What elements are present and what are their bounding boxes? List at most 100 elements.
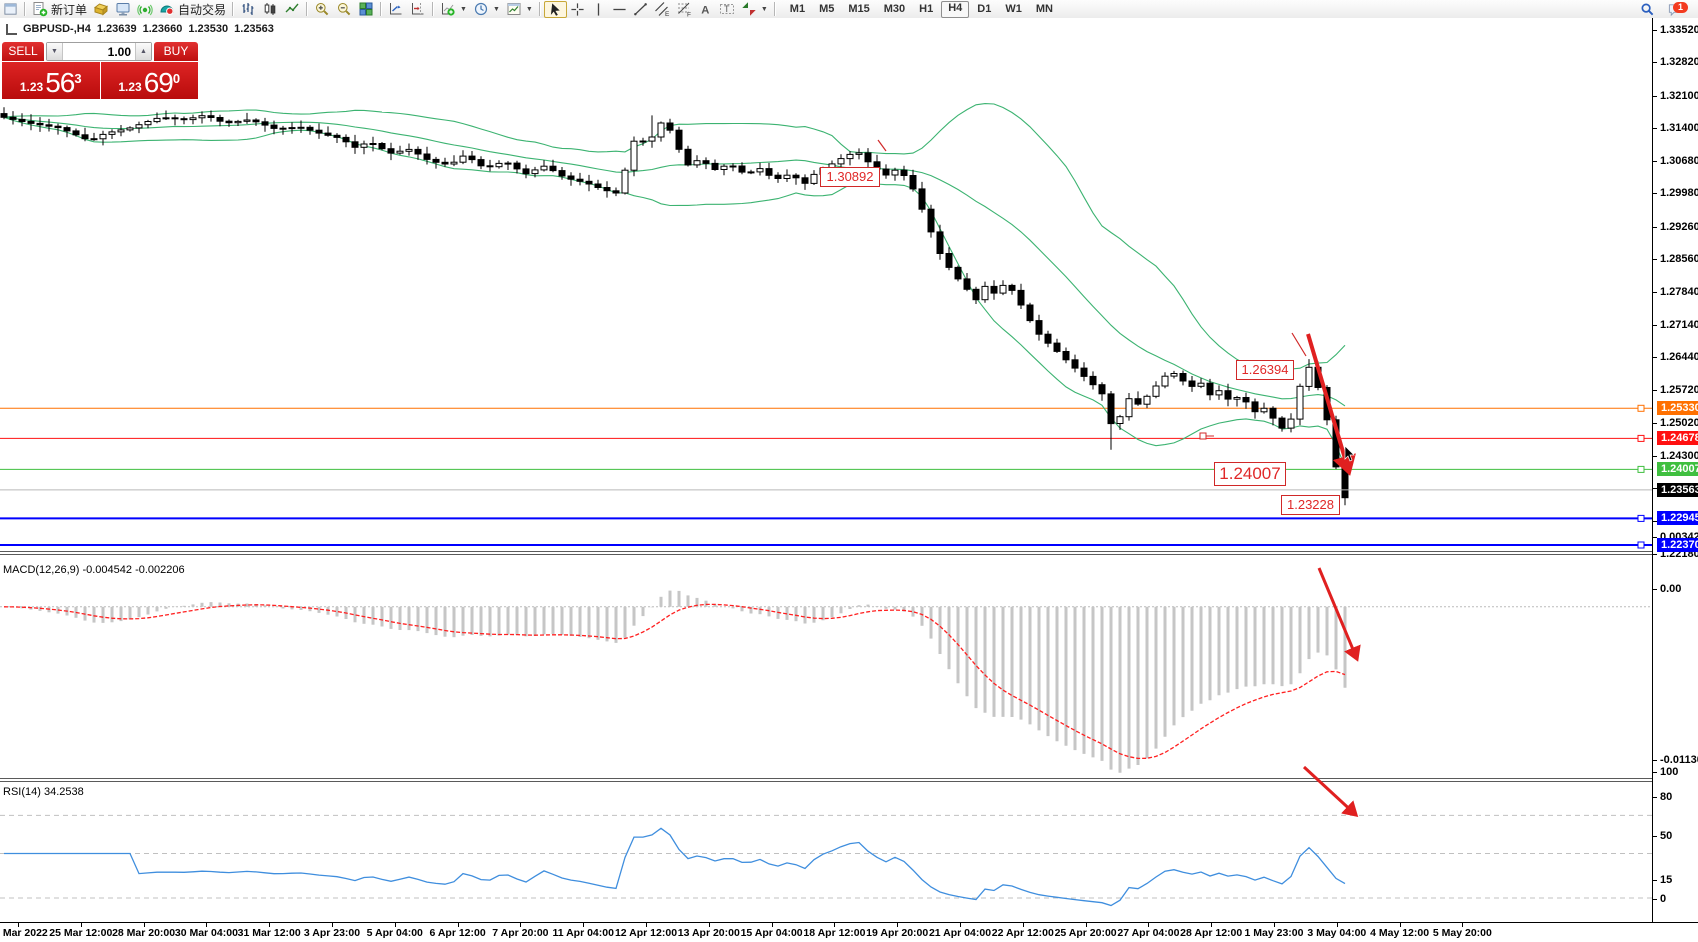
buy-button[interactable]: BUY [154, 42, 198, 61]
price-level-line[interactable] [0, 542, 1652, 548]
timeframe-button-w1[interactable]: W1 [999, 2, 1028, 17]
time-axis-tick [1086, 923, 1087, 927]
time-axis[interactable]: 24 Mar 202225 Mar 12:0028 Mar 20:0030 Ma… [0, 922, 1698, 942]
price-axis-label: 1.33520 [1660, 24, 1698, 36]
search-icon[interactable] [1637, 1, 1658, 18]
signals-button[interactable] [134, 1, 156, 18]
arrows-icon [741, 1, 757, 17]
timeframe-button-m5[interactable]: M5 [813, 2, 840, 17]
text-button[interactable]: A [695, 1, 716, 18]
axis-tick [1653, 899, 1657, 900]
periods-button[interactable]: ▼ [470, 1, 503, 18]
time-axis-tick [81, 923, 82, 927]
timeframe-button-m15[interactable]: M15 [842, 2, 875, 17]
volume-input[interactable] [63, 43, 135, 60]
time-axis-label: 27 Apr 04:00 [1117, 927, 1179, 939]
line-chart-button[interactable] [281, 1, 303, 18]
zoom-out-button[interactable] [333, 1, 355, 18]
timeframe-button-m1[interactable]: M1 [784, 2, 811, 17]
toolbar-separator [306, 2, 308, 16]
templates-button[interactable]: ▼ [503, 1, 536, 18]
rsi-pane[interactable]: RSI(14) 34.2538 [0, 782, 1652, 922]
price-level-axis-label: 1.22945 [1657, 511, 1698, 525]
hline-button[interactable] [609, 1, 630, 18]
chart-mini-icon [6, 24, 17, 35]
channel-button[interactable]: E [651, 1, 673, 18]
auto-scroll-button[interactable] [385, 1, 407, 18]
svg-text:F: F [687, 12, 691, 18]
axis-tick [1653, 836, 1657, 837]
timeframe-button-mn[interactable]: MN [1030, 2, 1059, 17]
label-button[interactable]: T [716, 1, 738, 18]
crosshair-button[interactable] [567, 1, 588, 18]
fibonacci-button[interactable]: F [673, 1, 695, 18]
time-axis-tick [458, 923, 459, 927]
chat-icon[interactable]: 1 [1664, 1, 1690, 18]
price-axis[interactable]: 1.335201.328201.321001.314001.306801.299… [1652, 18, 1698, 922]
time-axis-tick [520, 923, 521, 927]
trendline-button[interactable] [630, 1, 651, 18]
annotation-price-label[interactable]: 1.24007 [1214, 462, 1286, 486]
cursor-button[interactable] [544, 1, 567, 18]
buy-price-prefix: 1.23 [118, 78, 141, 97]
chart-shift-button[interactable] [407, 1, 429, 18]
time-axis-label: 5 May 20:00 [1433, 927, 1492, 939]
autotrading-button[interactable]: 自动交易 [156, 1, 229, 18]
macd-pane[interactable]: MACD(12,26,9) -0.004542 -0.002206 [0, 555, 1652, 778]
buy-price-display[interactable]: 1.23 69 0 [101, 62, 199, 99]
volume-down-button[interactable]: ▼ [47, 43, 63, 60]
annotation-price-label[interactable]: 1.23228 [1281, 495, 1340, 515]
price-axis-label: -0.011307 [1660, 754, 1698, 766]
indicators-button[interactable]: ▼ [437, 1, 470, 18]
bar-chart-button[interactable] [237, 1, 259, 18]
market-watch-button[interactable] [90, 1, 112, 18]
volume-up-button[interactable]: ▲ [135, 43, 151, 60]
notification-badge[interactable]: 1 [1673, 2, 1688, 13]
price-level-axis-label: 1.24007 [1657, 462, 1698, 476]
zoom-in-button[interactable] [311, 1, 333, 18]
axis-tick [1653, 161, 1657, 162]
time-axis-label: 5 Apr 04:00 [367, 927, 423, 939]
price-axis-label: 50 [1660, 830, 1672, 842]
candles-icon [262, 1, 278, 17]
sell-button[interactable]: SELL [2, 42, 44, 61]
price-level-line[interactable] [0, 435, 1652, 441]
timeframe-button-h4[interactable]: H4 [941, 1, 969, 18]
price-level-line[interactable] [0, 466, 1652, 472]
timeframe-button-d1[interactable]: D1 [971, 2, 997, 17]
new-order-button[interactable]: 新订单 [29, 1, 90, 18]
time-axis-label: 11 Apr 04:00 [552, 927, 613, 939]
annotation-price-label[interactable]: 1.30892 [820, 167, 880, 187]
axis-tick [1653, 797, 1657, 798]
chevron-down-icon[interactable]: ▼ [460, 6, 467, 13]
time-axis-label: 30 Mar 04:00 [175, 927, 238, 939]
annotation-price-label[interactable]: 1.26394 [1236, 360, 1294, 380]
price-axis-label: 0.00 [1660, 583, 1681, 595]
chevron-down-icon[interactable]: ▼ [526, 6, 533, 13]
main-chart-pane[interactable] [0, 19, 1652, 551]
toolbar-separator [432, 2, 434, 16]
window-button[interactable] [0, 1, 21, 18]
time-axis-tick [646, 923, 647, 927]
sell-price-display[interactable]: 1.23 56 3 [2, 62, 100, 99]
trendline-icon [633, 2, 648, 17]
timeframe-button-h1[interactable]: H1 [913, 2, 939, 17]
time-axis-tick [144, 923, 145, 927]
axis-tick [1653, 62, 1657, 63]
candlestick-chart-button[interactable] [259, 1, 281, 18]
data-window-button[interactable] [112, 1, 134, 18]
timeframe-button-m30[interactable]: M30 [878, 2, 911, 17]
arrows-button[interactable]: ▼ [738, 1, 771, 18]
price-level-line[interactable] [0, 405, 1652, 411]
axis-tick [1653, 292, 1657, 293]
tile-windows-button[interactable] [355, 1, 377, 18]
price-axis-label: 1.25720 [1660, 384, 1698, 396]
price-level-line[interactable] [0, 515, 1652, 521]
chevron-down-icon[interactable]: ▼ [493, 6, 500, 13]
ohlc-bars-icon [240, 1, 256, 17]
svg-text:T: T [724, 4, 730, 14]
chevron-down-icon[interactable]: ▼ [761, 6, 768, 13]
vline-button[interactable] [588, 1, 609, 18]
top-toolbar: 新订单 自动交易 ▼ ▼ ▼ E FAT ▼ M1M5M15M30H1H4D1W1MN 1 [0, 0, 1698, 19]
sell-price-prefix: 1.23 [20, 78, 43, 97]
